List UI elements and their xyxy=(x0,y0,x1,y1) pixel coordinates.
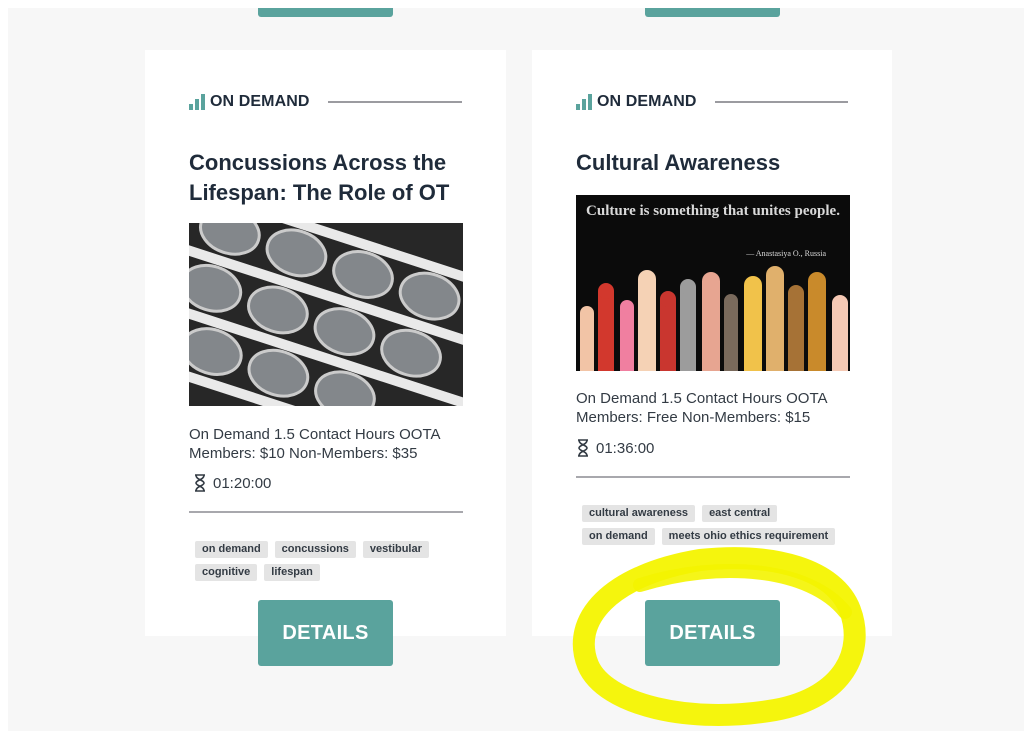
badge-divider xyxy=(714,101,848,103)
badge-divider xyxy=(327,101,462,103)
signal-bars-icon xyxy=(576,94,592,110)
signal-bars-icon xyxy=(189,94,205,110)
on-demand-badge: ON DEMAND xyxy=(189,92,462,112)
course-title[interactable]: Concussions Across the Lifespan: The Rol… xyxy=(189,148,476,208)
tag-on-demand[interactable]: on demand xyxy=(195,541,268,558)
image-attribution: — Anastasiya O., Russia xyxy=(745,249,826,258)
brain-scan-image[interactable] xyxy=(189,223,463,406)
badge-label: ON DEMAND xyxy=(210,93,310,110)
brain-scan-illustration xyxy=(189,223,463,406)
tag-list: on demand concussions vestibular cogniti… xyxy=(195,541,466,581)
details-button-concussions[interactable]: DETAILS xyxy=(258,600,393,666)
tag-cultural-awareness[interactable]: cultural awareness xyxy=(582,505,696,522)
course-pricing: On Demand 1.5 Contact Hours OOTA Members… xyxy=(189,426,440,462)
tag-vestibular[interactable]: vestibular xyxy=(362,541,429,558)
on-demand-badge: ON DEMAND xyxy=(576,92,848,112)
culture-hands-image[interactable]: Culture is something that unites people.… xyxy=(576,195,850,371)
hourglass-icon xyxy=(578,439,588,457)
course-title[interactable]: Cultural Awareness xyxy=(576,148,862,178)
course-pricing: On Demand 1.5 Contact Hours OOTA Members… xyxy=(576,390,827,426)
tag-on-demand[interactable]: on demand xyxy=(582,528,655,545)
badge-label: ON DEMAND xyxy=(597,93,697,110)
tag-cognitive[interactable]: cognitive xyxy=(195,564,258,581)
duration-text: 01:20:00 xyxy=(213,474,272,492)
image-quote-line: Culture is something that unites people. xyxy=(586,203,840,219)
course-duration: 01:36:00 xyxy=(576,439,654,457)
tag-concussions[interactable]: concussions xyxy=(274,541,356,558)
course-card-cultural-awareness: ON DEMAND Cultural Awareness Culture is … xyxy=(532,50,892,636)
card-divider xyxy=(189,511,463,513)
tag-meets-ohio-ethics-requirement[interactable]: meets ohio ethics requirement xyxy=(661,528,836,545)
tag-list: cultural awareness east central on deman… xyxy=(582,505,852,545)
tag-east-central[interactable]: east central xyxy=(702,505,778,522)
course-duration: 01:20:00 xyxy=(193,474,271,492)
hourglass-icon xyxy=(195,474,205,492)
previous-card-button-stub[interactable] xyxy=(258,8,393,17)
tag-lifespan[interactable]: lifespan xyxy=(264,564,320,581)
course-card-concussions: ON DEMAND Concussions Across the Lifespa… xyxy=(145,50,506,636)
raised-hands-illustration: Culture is something that unites people.… xyxy=(576,195,850,371)
duration-text: 01:36:00 xyxy=(596,439,655,457)
details-button-cultural-awareness[interactable]: DETAILS xyxy=(645,600,780,666)
card-divider xyxy=(576,476,850,478)
previous-card-button-stub[interactable] xyxy=(645,8,780,17)
